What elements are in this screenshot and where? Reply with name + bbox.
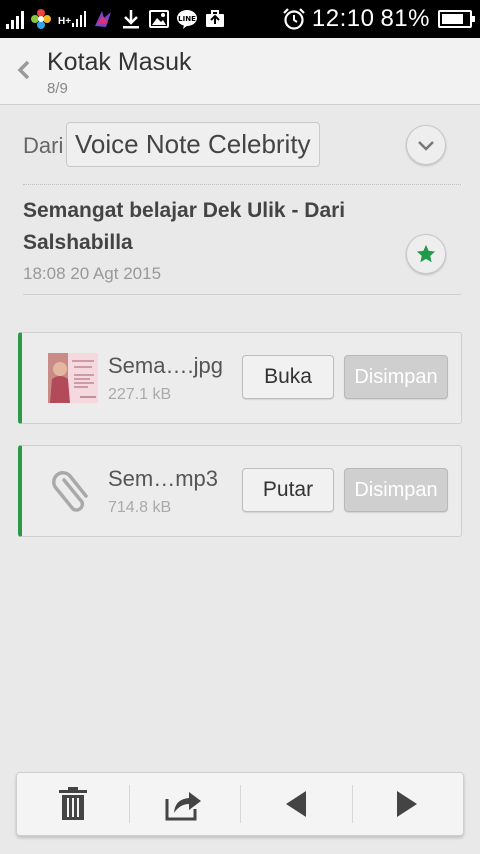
play-button[interactable]: Putar	[242, 468, 334, 512]
attachment-name: Sema….jpg	[108, 353, 223, 378]
from-label: Dari	[23, 133, 64, 158]
attachment-name: Sem…mp3	[108, 466, 219, 491]
saved-button[interactable]: Disimpan	[344, 355, 448, 399]
previous-button[interactable]	[240, 773, 352, 835]
message-subject: Semangat belajar Dek Ulik - Dari Salshab…	[23, 199, 346, 254]
download-icon	[123, 10, 140, 29]
signal-icon	[6, 9, 24, 29]
divider	[23, 294, 461, 295]
alarm-icon	[283, 8, 305, 30]
star-button[interactable]	[406, 234, 446, 274]
battery-percent: 81%	[380, 5, 430, 32]
attachment-size: 714.8 kB	[108, 499, 172, 516]
page-title: Kotak Masuk	[47, 48, 192, 76]
signal-h-plus-icon: H+	[58, 11, 87, 27]
next-icon	[397, 791, 418, 817]
game-app-icon	[95, 11, 112, 27]
battery-icon	[438, 10, 475, 28]
trash-icon	[58, 787, 87, 820]
attachment-size: 227.1 kB	[108, 386, 172, 403]
star-icon	[416, 244, 436, 263]
sender-chip[interactable]: Voice Note Celebrity	[66, 122, 320, 167]
saved-button[interactable]: Disimpan	[344, 468, 448, 512]
svg-text:LINE: LINE	[178, 15, 196, 23]
paperclip-icon	[52, 471, 88, 512]
network-type-label: H+	[58, 16, 72, 27]
bottom-toolbar	[16, 772, 464, 836]
forward-button[interactable]	[128, 773, 241, 835]
next-button[interactable]	[351, 773, 464, 835]
attachment-item: Sem…mp3 714.8 kB Putar Disimpan	[18, 445, 462, 537]
open-button[interactable]: Buka	[242, 355, 334, 399]
forward-icon	[165, 792, 202, 821]
battery-level	[442, 14, 464, 24]
flower-app-icon	[31, 9, 51, 29]
status-right: 12:10 81%	[282, 0, 475, 38]
delete-button[interactable]	[17, 773, 129, 835]
image-thumbnail[interactable]	[48, 353, 98, 403]
attachment-item: Sema….jpg 227.1 kB Buka Disimpan	[18, 332, 462, 424]
message-timestamp: 18:08 20 Agt 2015	[23, 264, 162, 283]
app-header: Kotak Masuk 8/9	[0, 38, 480, 105]
briefcase-icon	[206, 10, 225, 27]
expand-details-button[interactable]	[406, 125, 446, 165]
back-chevron-icon[interactable]	[12, 58, 36, 82]
clock: 12:10	[311, 5, 375, 32]
chevron-down-icon	[418, 141, 434, 151]
line-app-icon: LINE	[177, 10, 198, 29]
status-bar: H+ LINE 12:10 81%	[0, 0, 480, 38]
previous-icon	[285, 791, 306, 817]
divider	[23, 184, 461, 185]
notification-icons: H+ LINE	[6, 6, 226, 32]
message-counter: 8/9	[47, 80, 68, 97]
image-icon	[149, 10, 170, 28]
